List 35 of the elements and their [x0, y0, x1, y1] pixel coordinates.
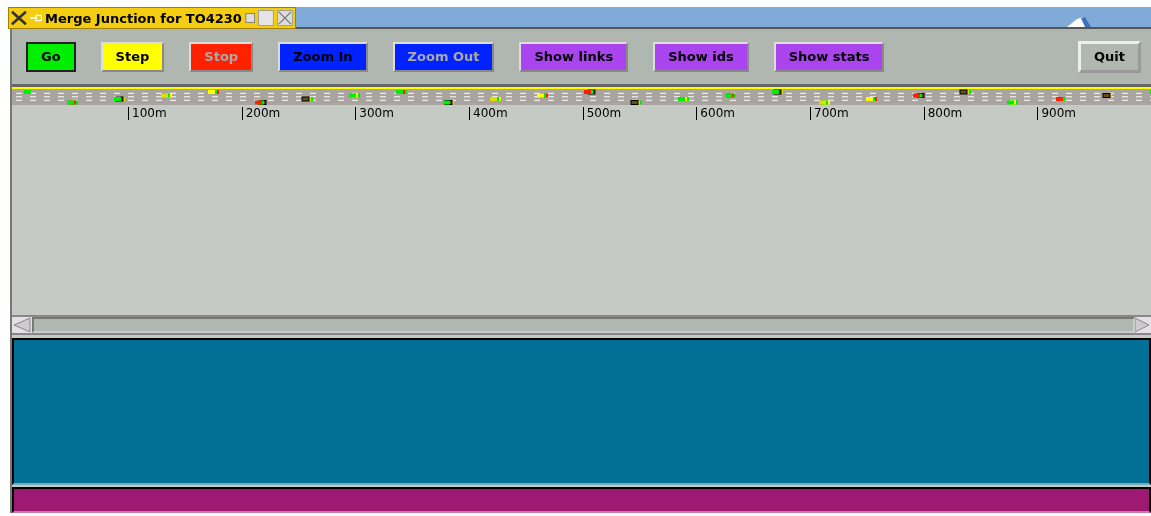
- maximize-icon[interactable]: [258, 9, 275, 27]
- tick-mark: [810, 106, 812, 120]
- pin-icon[interactable]: [29, 13, 43, 23]
- x-logo-icon: [11, 10, 27, 26]
- scale-label: 200m: [245, 106, 281, 120]
- tick-mark: [696, 106, 698, 120]
- toolbar-button[interactable]: Step: [100, 41, 165, 72]
- toolbar-button[interactable]: Zoom In: [278, 41, 368, 72]
- quit-button[interactable]: Quit: [1078, 40, 1141, 73]
- toolbar-button[interactable]: Show ids: [653, 41, 749, 72]
- toolbar-button[interactable]: Go: [26, 41, 76, 72]
- tick-mark: [923, 106, 925, 120]
- tick-mark: [582, 106, 584, 120]
- scroll-right-icon[interactable]: [1135, 317, 1151, 333]
- tick-mark: [469, 106, 470, 120]
- scale-label: 900m: [1041, 106, 1076, 120]
- scale-label: 500m: [586, 106, 622, 120]
- scroll-left-icon[interactable]: [12, 317, 32, 333]
- tick-mark: [1037, 106, 1039, 120]
- tick-mark: [355, 106, 357, 120]
- scale-label: 400m: [473, 106, 508, 120]
- scale-label: 300m: [359, 106, 394, 120]
- scale-label: 100m: [132, 106, 167, 120]
- tick-mark: [241, 106, 243, 120]
- scale-label: 800m: [927, 106, 963, 120]
- scale-label: 700m: [814, 106, 849, 120]
- toolbar-button[interactable]: Show links: [519, 41, 629, 72]
- close-icon[interactable]: [277, 9, 293, 27]
- mountain-icon: [1067, 17, 1093, 27]
- toolbar-button[interactable]: Show stats: [773, 41, 885, 72]
- scale-label: 600m: [700, 106, 735, 120]
- horizontal-scrollbar[interactable]: [12, 315, 1151, 335]
- window-title: Merge Junction for TO4230: [45, 10, 242, 26]
- minimize-icon[interactable]: [244, 12, 256, 24]
- tick-mark: [128, 106, 129, 120]
